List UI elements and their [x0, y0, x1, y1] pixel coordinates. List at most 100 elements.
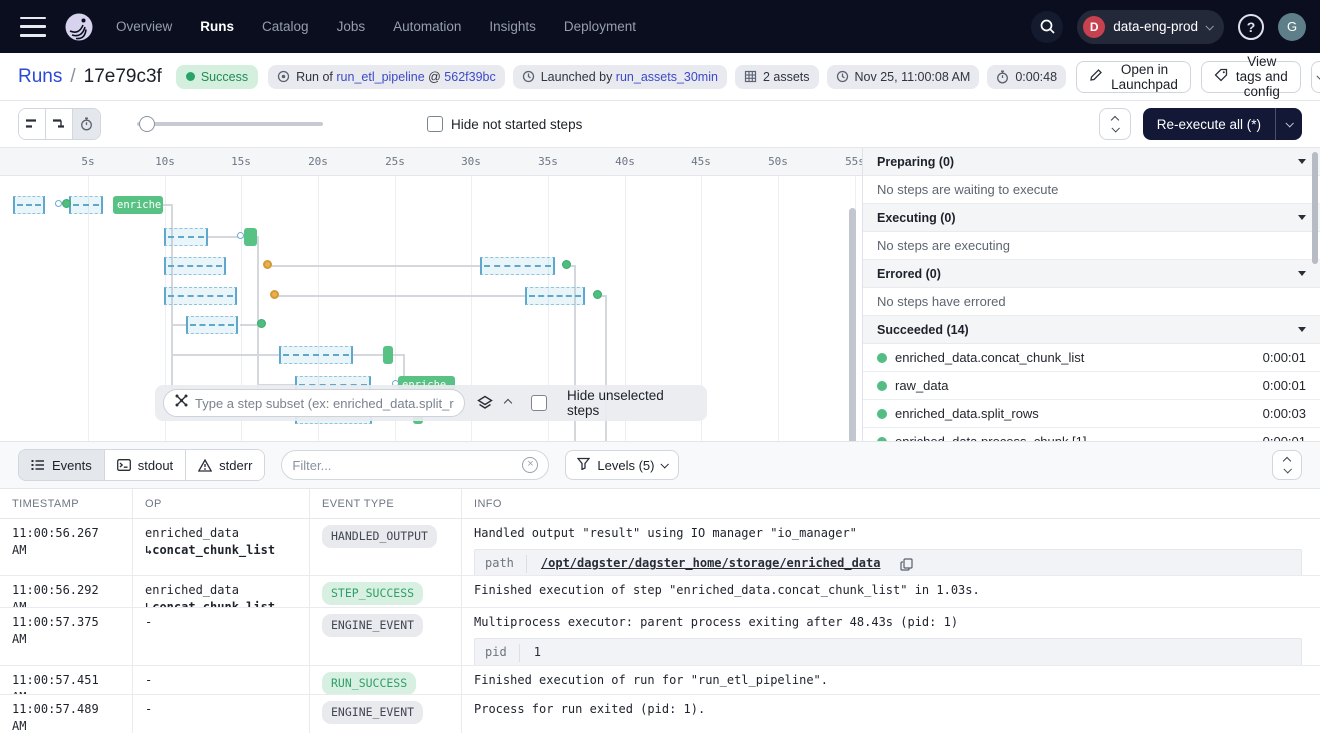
step-event-dot-green-dot[interactable] [593, 290, 602, 299]
step-marker-box[interactable] [480, 257, 555, 275]
log-row[interactable]: 11:00:57.489 AM-ENGINE_EVENTProcess for … [0, 695, 1320, 733]
panel-resize-stepper[interactable] [1099, 108, 1131, 140]
step-event-dot-green-dot[interactable] [257, 319, 266, 328]
nav-item-catalog[interactable]: Catalog [262, 19, 309, 34]
view-mode-waterfall-icon[interactable] [46, 109, 73, 139]
nav-item-jobs[interactable]: Jobs [337, 19, 366, 34]
step-event-dot-open[interactable] [237, 232, 244, 239]
hide-not-started-checkbox[interactable] [427, 116, 443, 132]
menu-icon[interactable] [20, 17, 46, 37]
search-icon[interactable] [1031, 11, 1063, 43]
layers-icon[interactable] [477, 395, 493, 411]
axis-tick: 5s [81, 148, 94, 176]
copy-icon[interactable] [900, 558, 913, 571]
metadata-path-link[interactable]: /opt/dagster/dagster_home/storage/enrich… [541, 555, 881, 572]
column-header: EVENT TYPE [310, 489, 462, 518]
levels-dropdown[interactable]: Levels (5) [565, 450, 679, 480]
tag-link[interactable]: run_etl_pipeline [336, 70, 424, 84]
help-icon[interactable]: ? [1238, 14, 1264, 40]
log-row[interactable]: 11:00:56.292 AMenriched_data↳concat_chun… [0, 576, 1320, 608]
step-event-dot-open[interactable] [55, 200, 62, 207]
log-info: Handled output "result" using IO manager… [462, 519, 1320, 575]
log-row[interactable]: 11:00:57.375 AM-ENGINE_EVENTMultiprocess… [0, 608, 1320, 666]
dagster-logo[interactable] [64, 12, 94, 42]
step-marker-box[interactable] [164, 228, 208, 246]
top-nav: Overview Runs Catalog Jobs Automation Insight… [0, 0, 1320, 53]
step-marker-box[interactable] [13, 196, 45, 214]
view-mode-stopwatch-icon[interactable] [73, 109, 100, 139]
sidebar-scrollbar[interactable] [1312, 152, 1318, 264]
more-actions-button[interactable] [1311, 61, 1320, 93]
step-marker-box[interactable] [164, 257, 226, 275]
clear-filter-icon[interactable]: × [522, 457, 538, 473]
run-tag[interactable]: 0:00:48 [987, 65, 1066, 89]
sidebar-section-header[interactable]: Errored (0) [863, 260, 1320, 288]
step-event-dot-green-dot[interactable] [62, 199, 71, 208]
sidebar-step-row[interactable]: enriched_data.concat_chunk_list 0:00:01 [863, 344, 1320, 372]
axis-tick: 45s [691, 148, 711, 176]
event-type-pill: RUN_SUCCESS [322, 672, 416, 694]
collapse-icon[interactable] [505, 400, 511, 406]
axis-tick: 10s [155, 148, 175, 176]
tab-stderr[interactable]: stderr [186, 450, 264, 480]
run-tag[interactable]: 2 assets [735, 65, 819, 89]
step-marker-box[interactable] [69, 196, 103, 214]
step-event-dot-orange[interactable] [263, 260, 272, 269]
tab-events[interactable]: Events [19, 450, 105, 480]
step-bar-succeeded[interactable] [244, 228, 257, 246]
log-row[interactable]: 11:00:56.267 AMenriched_data↳concat_chun… [0, 519, 1320, 576]
log-filter-input[interactable] [292, 458, 516, 473]
sidebar-step-row[interactable]: raw_data 0:00:01 [863, 372, 1320, 400]
nav-item-insights[interactable]: Insights [489, 19, 536, 34]
step-bar-succeeded[interactable] [383, 346, 393, 364]
step-marker-box[interactable] [279, 346, 353, 364]
log-info: Process for run exited (pid: 1). [462, 695, 1320, 733]
run-tag[interactable]: Run of run_etl_pipeline @ 562f39bc [268, 65, 505, 89]
hide-unselected-checkbox[interactable] [531, 395, 547, 411]
dependency-line [240, 324, 258, 326]
nav-item-runs[interactable]: Runs [200, 19, 234, 34]
op-selector-icon [174, 393, 189, 413]
step-marker-box[interactable] [164, 287, 237, 305]
sidebar-empty-message: No steps are executing [863, 232, 1320, 260]
log-row[interactable]: 11:00:57.451 AM-RUN_SUCCESSFinished exec… [0, 666, 1320, 695]
user-avatar[interactable]: G [1278, 13, 1306, 41]
log-event-type: RUN_SUCCESS [310, 666, 462, 694]
step-marker-box[interactable] [186, 316, 238, 334]
tag-link[interactable]: run_assets_30min [616, 70, 718, 84]
gantt-scrollbar[interactable] [849, 208, 856, 441]
sidebar-step-row[interactable]: enriched_data.split_rows 0:00:03 [863, 400, 1320, 428]
tab-stdout[interactable]: stdout [105, 450, 186, 480]
step-subset-input[interactable] [195, 396, 454, 411]
zoom-slider-thumb[interactable] [139, 116, 155, 132]
nav-item-automation[interactable]: Automation [393, 19, 461, 34]
nav-item-overview[interactable]: Overview [116, 19, 172, 34]
workspace-switcher[interactable]: D data-eng-prod [1077, 10, 1224, 44]
tag-link[interactable]: 562f39bc [444, 70, 495, 84]
sidebar-section-header[interactable]: Executing (0) [863, 204, 1320, 232]
log-table-header: TIMESTAMPOPEVENT TYPEINFO [0, 489, 1320, 519]
step-bar-succeeded[interactable]: enriche. [113, 196, 163, 214]
nav-item-deployment[interactable]: Deployment [564, 19, 636, 34]
step-marker-box[interactable] [525, 287, 585, 305]
reexecute-all-button[interactable]: Re-execute all (*) [1143, 108, 1302, 140]
zoom-slider[interactable] [137, 122, 323, 126]
view-tags-config-button[interactable]: View tags and config [1201, 61, 1301, 93]
log-table-body: 11:00:56.267 AMenriched_data↳concat_chun… [0, 519, 1320, 733]
chevron-down-icon [1316, 72, 1320, 80]
open-in-launchpad-button[interactable]: Open in Launchpad [1076, 61, 1191, 93]
sidebar-section-header[interactable]: Succeeded (14) [863, 316, 1320, 344]
breadcrumb-runs-link[interactable]: Runs [18, 66, 62, 88]
chevron-down-icon [661, 460, 669, 468]
sidebar-section-header[interactable]: Preparing (0) [863, 148, 1320, 176]
run-tag[interactable]: Launched by run_assets_30min [513, 65, 727, 89]
axis-tick: 35s [538, 148, 558, 176]
chevron-up-icon [1283, 456, 1291, 464]
view-mode-flat-icon[interactable] [19, 109, 46, 139]
reexecute-dropdown[interactable] [1275, 108, 1302, 140]
run-tag[interactable]: Nov 25, 11:00:08 AM [827, 65, 980, 89]
step-event-dot-green-dot[interactable] [562, 260, 571, 269]
sidebar-step-row[interactable]: enriched_data.process_chunk [1] 0:00:01 [863, 428, 1320, 441]
log-panel-resize-stepper[interactable] [1272, 450, 1302, 480]
step-event-dot-orange[interactable] [270, 290, 279, 299]
